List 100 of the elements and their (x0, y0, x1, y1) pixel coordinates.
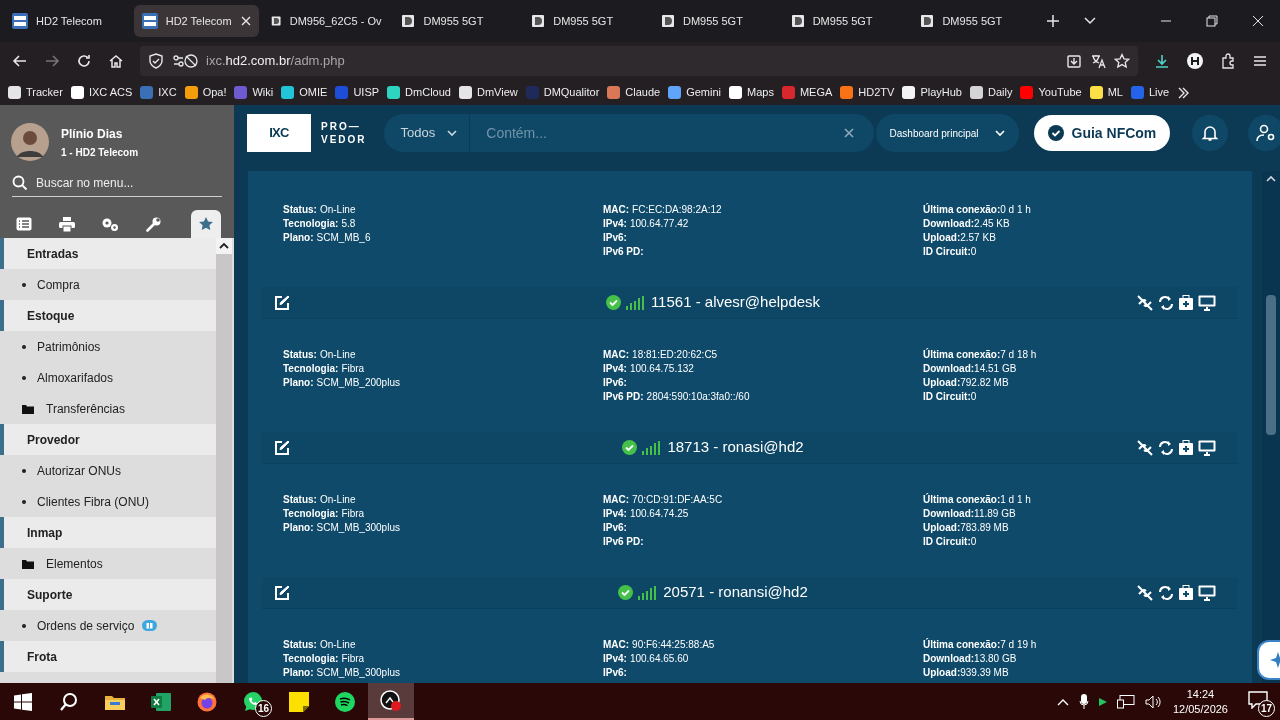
translate-icon[interactable] (1090, 53, 1106, 69)
menu-item[interactable]: Almoxarifados (37, 368, 114, 387)
menu-item[interactable]: Clientes Fibra (ONU) (37, 492, 150, 511)
browser-tab[interactable]: DM956_62C5 - Ov (263, 5, 390, 37)
search-field[interactable]: Contém... (470, 122, 844, 144)
dashboard-dropdown[interactable]: Dashboard principal (875, 114, 1019, 152)
close-icon[interactable] (1252, 15, 1264, 27)
menu-tab[interactable] (191, 210, 221, 238)
browser-tab[interactable]: DM955 5GT (912, 5, 1039, 37)
bookmark[interactable]: OMIE (281, 84, 328, 101)
close-icon[interactable] (241, 16, 252, 26)
microphone-icon[interactable] (1078, 693, 1089, 710)
login-title[interactable]: 20571 - ronansi@hd2 (663, 581, 808, 604)
edit-icon[interactable] (274, 584, 290, 601)
home-icon[interactable] (108, 53, 124, 69)
play-icon[interactable] (1098, 697, 1107, 706)
unlink-icon[interactable] (1136, 294, 1154, 311)
scrollbar-thumb[interactable] (1266, 295, 1276, 435)
network-icon[interactable] (1116, 694, 1135, 709)
search-bar[interactable]: Todos Contém... (383, 114, 874, 152)
bookmark[interactable]: Tracker (8, 84, 63, 101)
clock-date[interactable]: 12/05/2026 (1172, 701, 1228, 717)
scroll-up-icon[interactable] (219, 242, 229, 250)
bookmark[interactable]: Gemini (668, 84, 722, 101)
medical-kit-icon[interactable] (1178, 294, 1194, 311)
browser-tab[interactable]: DM955 5GT (782, 5, 909, 37)
bookmark[interactable]: Opa! (184, 84, 227, 101)
bookmark[interactable]: UISP (335, 84, 380, 101)
bookmark[interactable]: DMQualitor (525, 84, 600, 101)
profile-icon[interactable] (1186, 52, 1204, 70)
monitor-icon[interactable] (1198, 439, 1216, 456)
bookmark[interactable]: IXC (140, 84, 177, 101)
bookmark[interactable]: Maps (729, 84, 774, 101)
browser-tab[interactable]: DM955 5GT (523, 5, 649, 37)
login-title[interactable]: 11561 - alvesr@helpdesk (650, 291, 821, 314)
menu-section-header[interactable]: Estoque (0, 300, 216, 331)
bookmark[interactable]: DmCloud (387, 84, 451, 101)
menu-section-header[interactable]: Provedor (0, 424, 216, 455)
menu-search-field[interactable]: Buscar no menu... (36, 173, 196, 192)
download-icon[interactable] (1154, 53, 1170, 69)
browser-tab[interactable]: DM955 5GT (652, 5, 779, 37)
search-icon[interactable] (59, 691, 79, 712)
unlink-icon[interactable] (1136, 584, 1154, 601)
browser-tab[interactable]: HD2 Telecom (4, 5, 130, 37)
user-settings-button[interactable] (1248, 115, 1280, 151)
back-icon[interactable] (12, 53, 28, 69)
login-title[interactable]: 18713 - ronasi@hd2 (667, 436, 804, 459)
menu-item[interactable]: Ordens de serviço (37, 616, 135, 635)
menu-icon[interactable] (1252, 53, 1268, 69)
reload-icon[interactable] (76, 53, 92, 69)
monitor-icon[interactable] (1198, 294, 1216, 311)
forward-icon[interactable] (44, 53, 60, 69)
medical-kit-icon[interactable] (1178, 584, 1194, 601)
save-page-icon[interactable] (1066, 53, 1082, 69)
menu-item[interactable]: Elementos (46, 554, 103, 573)
clock-time[interactable]: 14:24 (1186, 686, 1215, 702)
bookmark[interactable]: MEGA (781, 84, 833, 101)
bookmark[interactable]: PlayHub (902, 84, 962, 101)
bookmark[interactable]: HD2TV (840, 84, 895, 101)
bookmark[interactable]: ML (1089, 84, 1123, 101)
bookmark[interactable]: IXC ACS (70, 84, 133, 101)
bookmark[interactable]: Claude (607, 84, 661, 101)
menu-section-header[interactable]: Entradas (0, 238, 216, 269)
filter-dropdown[interactable]: Todos (383, 114, 471, 152)
sync-icon[interactable] (1158, 294, 1174, 311)
medical-kit-icon[interactable] (1178, 439, 1194, 456)
menu-section-header[interactable]: Frota (0, 641, 216, 672)
new-tab-icon[interactable] (1046, 14, 1061, 28)
windows-start-icon[interactable] (14, 692, 32, 711)
menu-item[interactable]: Patrimônios (37, 337, 101, 356)
bookmark[interactable]: Live (1130, 84, 1170, 101)
extensions-icon[interactable] (1220, 53, 1236, 69)
speaker-icon[interactable] (1144, 694, 1161, 709)
bookmark[interactable]: Daily (970, 84, 1013, 101)
taskbar-app[interactable]: 16 (230, 683, 276, 720)
restore-icon[interactable] (1206, 15, 1218, 27)
nfcom-button[interactable]: Guia NFCom (1033, 115, 1171, 151)
shield-icon[interactable] (148, 53, 164, 69)
sync-icon[interactable] (1158, 584, 1174, 601)
bookmark[interactable]: Wiki (234, 84, 274, 101)
menu-section-header[interactable]: Inmap (0, 517, 216, 548)
address-bar[interactable]: ixc.hd2.com.br/adm.php (140, 46, 1138, 76)
chevron-up-icon[interactable] (1056, 697, 1069, 706)
url-text[interactable]: ixc.hd2.com.br/adm.php (206, 51, 345, 71)
edit-icon[interactable] (274, 439, 290, 456)
tab-list-icon[interactable] (1084, 17, 1097, 25)
star-icon[interactable] (1114, 53, 1130, 69)
bookmark[interactable]: DmView (458, 84, 518, 101)
browser-tab[interactable]: HD2 Telecom (133, 5, 260, 37)
permissions-icon[interactable] (172, 53, 198, 69)
menu-item[interactable]: Autorizar ONUs (37, 461, 122, 480)
bookmark[interactable]: YouTube (1020, 84, 1082, 101)
more-bookmarks-icon[interactable] (1177, 86, 1190, 99)
browser-tab[interactable]: DM955 5GT (393, 5, 520, 37)
unlink-icon[interactable] (1136, 439, 1154, 456)
taskbar-app[interactable] (368, 683, 414, 720)
menu-item[interactable]: Transferências (46, 399, 125, 418)
monitor-icon[interactable] (1198, 584, 1216, 601)
edit-icon[interactable] (274, 294, 290, 311)
sync-icon[interactable] (1158, 439, 1174, 456)
